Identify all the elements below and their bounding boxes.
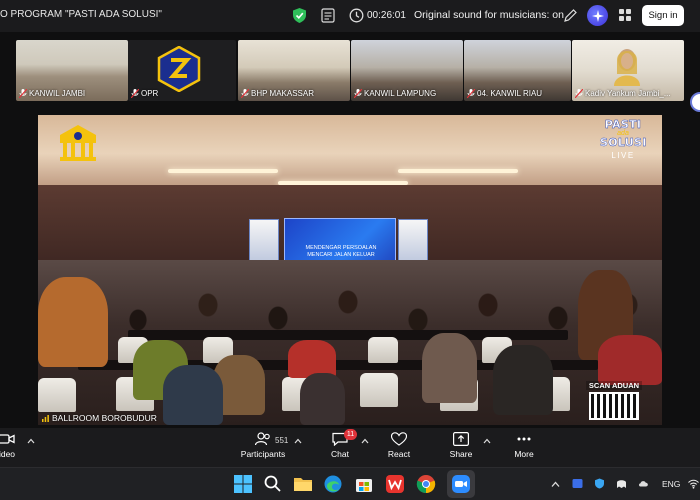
- mic-muted-icon: [467, 89, 475, 98]
- apps-grid-icon[interactable]: [619, 9, 631, 21]
- sign-in-button[interactable]: Sign in: [642, 5, 684, 26]
- participant-name: BHP MAKASSAR: [251, 89, 314, 98]
- more-label: More: [514, 449, 534, 459]
- mic-muted-icon: [19, 89, 27, 98]
- ministry-logo-icon: [60, 125, 96, 161]
- scan-aduan-label: SCAN ADUAN: [586, 381, 642, 390]
- participant-tile[interactable]: Kadiv Yankum Jambi_...: [572, 40, 684, 101]
- participants-icon: [255, 432, 270, 446]
- participant-name: KANWIL LAMPUNG: [364, 89, 437, 98]
- participant-tile[interactable]: KANWIL LAMPUNG: [351, 40, 463, 101]
- chat-unread-badge: 11: [344, 429, 357, 440]
- pasti-ada-solusi-live-badge: PASTI ada SOLUSI LIVE: [600, 118, 647, 160]
- participant-tile[interactable]: OPR: [128, 40, 236, 101]
- windows-taskbar: ENG: [0, 467, 700, 500]
- participant-strip: KANWIL JAMBI OPR BHP MAKASSAR KANWIL LAM…: [0, 32, 700, 112]
- participant-name: Kadiv Yankum Jambi_...: [585, 89, 671, 98]
- share-button[interactable]: Share: [446, 432, 476, 459]
- clock-icon: [349, 8, 364, 23]
- meeting-summary-icon[interactable]: [321, 8, 335, 23]
- encryption-shield-icon[interactable]: [293, 8, 306, 23]
- video-label: ideo: [0, 449, 16, 459]
- zoom-app-icon[interactable]: [451, 474, 471, 494]
- file-explorer-icon[interactable]: [293, 474, 313, 494]
- video-camera-icon: [0, 434, 15, 444]
- microsoft-store-icon[interactable]: [354, 474, 374, 494]
- participant-name: KANWIL JAMBI: [29, 89, 86, 98]
- chevron-up-icon[interactable]: [483, 438, 491, 444]
- main-video-feed[interactable]: MENDENGAR PERSOALAN MENCARI JALAN KELUAR: [38, 115, 662, 425]
- brand-word-top: PASTI: [604, 118, 642, 131]
- share-label: Share: [449, 449, 473, 459]
- participant-name: 04. KANWIL RIAU: [477, 89, 543, 98]
- share-screen-icon: [453, 432, 469, 446]
- more-dots-icon: [517, 437, 531, 441]
- video-control[interactable]: ideo: [0, 432, 20, 459]
- participant-avatar: [614, 49, 640, 86]
- participant-count: 551: [275, 436, 289, 445]
- stage-side-banner: [249, 219, 279, 265]
- edge-browser-icon[interactable]: [323, 474, 343, 494]
- ceiling: [38, 115, 662, 185]
- tray-cloud-icon[interactable]: [638, 478, 649, 489]
- title-bar: O PROGRAM "PASTI ADA SOLUSI" 00:26:01 Or…: [0, 0, 700, 32]
- mic-muted-icon: [241, 89, 249, 98]
- active-speaker-name: BALLROOM BOROBUDUR: [52, 413, 157, 423]
- meeting-toolbar: ideo Participants 551 Chat 11 React Shar…: [0, 428, 700, 467]
- react-button[interactable]: React: [384, 432, 414, 459]
- mic-muted-icon: [354, 89, 362, 98]
- scan-aduan-box: SCAN ADUAN: [586, 381, 642, 420]
- stage-headline-line2: MENCARI JALAN KELUAR: [307, 252, 375, 258]
- stage-headline-line1: MENDENGAR PERSOALAN: [305, 245, 377, 251]
- signal-bars-icon: [42, 414, 49, 422]
- participant-tile[interactable]: KANWIL JAMBI: [16, 40, 128, 101]
- original-sound-status[interactable]: Original sound for musicians: on: [414, 9, 564, 21]
- chevron-up-icon[interactable]: [361, 438, 369, 444]
- chevron-up-icon[interactable]: [294, 438, 302, 444]
- expand-gallery-button[interactable]: [690, 92, 700, 112]
- participants-label: Participants: [240, 449, 286, 459]
- wifi-icon[interactable]: [688, 478, 699, 489]
- tray-app-icon[interactable]: [572, 478, 583, 489]
- live-label: LIVE: [611, 151, 635, 160]
- chevron-up-icon[interactable]: [27, 438, 35, 444]
- mic-muted-icon: [575, 89, 583, 98]
- chrome-browser-icon[interactable]: [416, 474, 436, 494]
- tray-shield-icon[interactable]: [594, 478, 605, 489]
- organization-logo-icon: [157, 46, 201, 92]
- chat-label: Chat: [331, 449, 349, 459]
- stage-side-banner: [398, 219, 428, 265]
- react-label: React: [387, 449, 411, 459]
- wps-office-icon[interactable]: [385, 474, 405, 494]
- participant-tile[interactable]: 04. KANWIL RIAU: [464, 40, 571, 101]
- windows-start-icon[interactable]: [233, 474, 253, 494]
- brand-word-bottom: SOLUSI: [600, 136, 647, 149]
- meeting-timer: 00:26:01: [367, 10, 406, 21]
- search-icon[interactable]: [263, 474, 283, 494]
- participant-tile[interactable]: BHP MAKASSAR: [238, 40, 350, 101]
- meeting-title: O PROGRAM "PASTI ADA SOLUSI": [0, 9, 162, 20]
- mic-muted-icon: [131, 89, 139, 98]
- participant-name: OPR: [141, 89, 159, 98]
- more-button[interactable]: More: [510, 432, 538, 459]
- heart-icon: [391, 432, 407, 446]
- language-indicator[interactable]: ENG: [662, 479, 680, 489]
- qr-code-icon: [589, 392, 639, 420]
- ai-companion-icon[interactable]: [587, 5, 608, 26]
- tray-chevron-up-icon[interactable]: [550, 479, 561, 490]
- annotate-pen-icon[interactable]: [563, 8, 578, 23]
- tray-ghost-icon[interactable]: [616, 478, 627, 489]
